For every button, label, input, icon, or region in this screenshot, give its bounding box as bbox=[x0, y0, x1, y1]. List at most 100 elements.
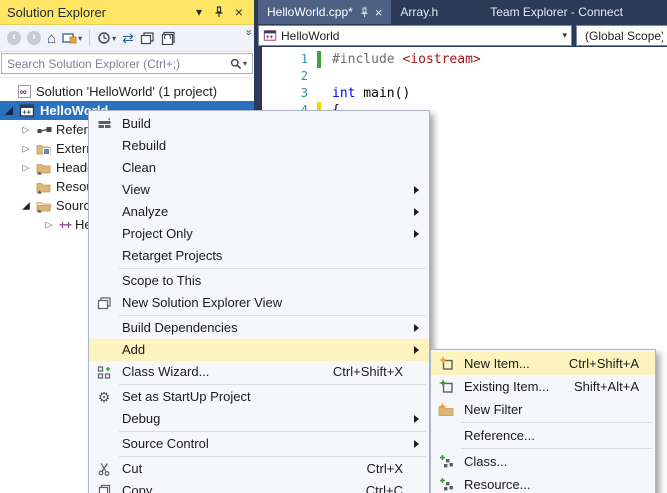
line-number: 1 bbox=[262, 51, 308, 68]
show-all-files-button[interactable] bbox=[161, 29, 176, 47]
code-text: #include <iostream> bbox=[332, 51, 481, 68]
close-icon[interactable]: × bbox=[231, 4, 247, 20]
add-submenu: New Item... Ctrl+Shift+A Existing Item..… bbox=[430, 349, 656, 493]
code-line-3: 3 int main() bbox=[262, 85, 667, 102]
window-menu-caret-icon[interactable]: ▾ bbox=[191, 4, 207, 20]
toolbar-overflow-button[interactable]: » bbox=[242, 29, 254, 34]
pending-changes-filter-button[interactable]: ▾ bbox=[97, 29, 116, 47]
tree-row-solution[interactable]: ∞ Solution 'HelloWorld' (1 project) bbox=[0, 82, 254, 101]
menu-item-set-as-startup-project[interactable]: ⚙ Set as StartUp Project bbox=[89, 386, 429, 408]
document-tab-band: HelloWorld.cpp* × Array.h Team Explorer … bbox=[254, 0, 667, 24]
tab-label: Team Explorer - Connect bbox=[490, 5, 623, 19]
tab-label: Array.h bbox=[400, 5, 438, 19]
submenu-item-resource[interactable]: Resource... bbox=[431, 473, 655, 493]
tab-close-icon[interactable]: × bbox=[375, 5, 383, 20]
submenu-item-class[interactable]: Class... bbox=[431, 450, 655, 473]
menu-item-rebuild[interactable]: Rebuild bbox=[89, 135, 429, 157]
submenu-arrow-icon bbox=[414, 440, 419, 448]
menu-separator bbox=[119, 268, 426, 269]
menu-item-view[interactable]: View bbox=[89, 179, 429, 201]
menu-item-project-only[interactable]: Project Only bbox=[89, 223, 429, 245]
collapse-all-icon bbox=[140, 31, 155, 45]
code-text: int main() bbox=[332, 85, 410, 102]
submenu-arrow-icon bbox=[414, 186, 419, 194]
menu-item-analyze[interactable]: Analyze bbox=[89, 201, 429, 223]
search-input[interactable]: Search Solution Explorer (Ctrl+;) ▾ bbox=[1, 53, 253, 74]
solution-explorer-titlebar[interactable]: Solution Explorer ▾ × bbox=[0, 0, 254, 25]
new-solution-explorer-view-icon bbox=[96, 295, 112, 311]
menu-shortcut: Ctrl+Shift+X bbox=[333, 361, 403, 383]
svg-text:∞: ∞ bbox=[19, 87, 26, 98]
scope-dropdown[interactable]: (Global Scope) bbox=[576, 25, 667, 46]
expander-collapsed-icon[interactable]: ▷ bbox=[21, 162, 31, 173]
dropdown-caret-icon: ▾ bbox=[562, 30, 567, 41]
tab-array-h[interactable]: Array.h bbox=[391, 0, 447, 24]
expander-collapsed-icon[interactable]: ▷ bbox=[21, 124, 31, 135]
sync-with-active-document-button[interactable]: ⇄ bbox=[122, 29, 134, 47]
add-class-icon bbox=[438, 454, 454, 470]
collapse-all-button[interactable] bbox=[140, 29, 155, 47]
tab-helloworld-cpp[interactable]: HelloWorld.cpp* × bbox=[258, 0, 391, 24]
filter-caret-icon: ▾ bbox=[112, 34, 116, 43]
home-button[interactable]: ⌂ bbox=[47, 29, 56, 47]
expander-collapsed-icon[interactable]: ▷ bbox=[44, 219, 54, 230]
new-filter-icon bbox=[438, 402, 454, 418]
menu-item-build-dependencies[interactable]: Build Dependencies bbox=[89, 317, 429, 339]
menu-item-copy[interactable]: Copy Ctrl+C bbox=[89, 480, 429, 493]
menu-item-build[interactable]: Build bbox=[89, 113, 429, 135]
submenu-item-existing-item[interactable]: Existing Item... Shift+Alt+A bbox=[431, 375, 655, 398]
menu-separator bbox=[119, 431, 426, 432]
pin-icon[interactable] bbox=[211, 4, 227, 20]
submenu-item-reference[interactable]: Reference... bbox=[431, 424, 655, 447]
expander-open-icon[interactable]: ◢ bbox=[4, 105, 14, 116]
change-bar-saved bbox=[317, 51, 321, 68]
menu-item-add[interactable]: Add bbox=[89, 339, 429, 361]
pin-icon-glyph bbox=[214, 6, 224, 18]
expander-open-icon[interactable]: ◢ bbox=[21, 200, 31, 211]
submenu-item-new-item[interactable]: New Item... Ctrl+Shift+A bbox=[431, 352, 655, 375]
menu-shortcut: Ctrl+X bbox=[367, 458, 403, 480]
svg-text:++: ++ bbox=[22, 108, 31, 117]
menu-item-source-control[interactable]: Source Control bbox=[89, 433, 429, 455]
menu-item-clean[interactable]: Clean bbox=[89, 157, 429, 179]
show-all-files-icon bbox=[161, 31, 176, 45]
menu-item-scope-to-this[interactable]: Scope to This bbox=[89, 270, 429, 292]
external-dependencies-icon bbox=[36, 141, 52, 157]
add-resource-icon bbox=[438, 477, 454, 493]
menu-separator bbox=[119, 315, 426, 316]
code-line-2: 2 bbox=[262, 68, 667, 85]
back-button[interactable]: ‹ bbox=[7, 29, 21, 47]
menu-separator bbox=[119, 384, 426, 385]
forward-icon: › bbox=[27, 31, 41, 45]
gear-icon: ⚙ bbox=[96, 389, 112, 405]
menu-item-debug[interactable]: Debug bbox=[89, 408, 429, 430]
submenu-item-new-filter[interactable]: New Filter bbox=[431, 398, 655, 421]
search-row: Search Solution Explorer (Ctrl+;) ▾ bbox=[0, 52, 254, 78]
cpp-project-icon: ++ bbox=[19, 103, 35, 119]
project-scope-dropdown[interactable]: ++ HelloWorld ▾ bbox=[258, 25, 572, 46]
switch-views-button[interactable]: ▾ bbox=[62, 29, 82, 47]
scope-dropdown-value: (Global Scope) bbox=[585, 29, 663, 43]
menu-item-retarget-projects[interactable]: Retarget Projects bbox=[89, 245, 429, 267]
toolbar-separator bbox=[89, 30, 90, 46]
search-caret-icon[interactable]: ▾ bbox=[243, 59, 247, 68]
search-icon[interactable] bbox=[230, 58, 242, 70]
menu-item-cut[interactable]: Cut Ctrl+X bbox=[89, 458, 429, 480]
code-line-1: 1 #include <iostream> bbox=[262, 51, 667, 68]
line-number: 3 bbox=[262, 85, 308, 102]
forward-button[interactable]: › bbox=[27, 29, 41, 47]
editor-navigation-bar: ++ HelloWorld ▾ (Global Scope) bbox=[254, 24, 667, 47]
tab-team-explorer[interactable]: Team Explorer - Connect bbox=[481, 0, 632, 24]
menu-separator bbox=[119, 456, 426, 457]
menu-item-class-wizard[interactable]: Class Wizard... Ctrl+Shift+X bbox=[89, 361, 429, 383]
tab-pin-icon[interactable] bbox=[360, 7, 369, 18]
expander-collapsed-icon[interactable]: ▷ bbox=[21, 143, 31, 154]
existing-item-icon bbox=[438, 379, 454, 395]
visual-studio-window: Solution Explorer ▾ × ‹ › ⌂ ▾ bbox=[0, 0, 667, 493]
menu-item-new-solution-explorer-view[interactable]: New Solution Explorer View bbox=[89, 292, 429, 314]
clock-icon bbox=[97, 31, 111, 45]
svg-text:++: ++ bbox=[266, 34, 274, 41]
menu-separator bbox=[461, 422, 652, 423]
submenu-arrow-icon bbox=[414, 415, 419, 423]
menu-shortcut: Ctrl+Shift+A bbox=[569, 352, 639, 375]
